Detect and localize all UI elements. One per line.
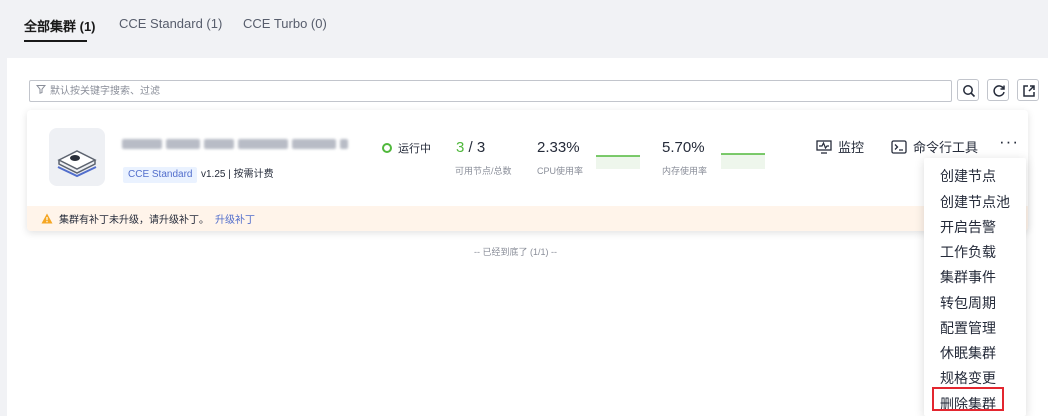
menu-item-to-yearly[interactable]: 转包周期 [940,293,996,313]
tab-cce-turbo[interactable]: CCE Turbo (0) [243,16,327,31]
menu-item-enable-alarm[interactable]: 开启告警 [940,217,996,237]
cluster-name-redacted[interactable] [122,137,362,151]
cluster-icon [49,128,105,186]
upgrade-patch-link[interactable]: 升级补丁 [215,211,255,226]
status-text: 运行中 [398,143,431,155]
menu-item-workloads[interactable]: 工作负载 [940,242,996,262]
menu-item-cluster-events[interactable]: 集群事件 [940,267,996,287]
terminal-icon [891,139,907,154]
search-input[interactable] [50,83,930,99]
cluster-card: CCE Standard v1.25 | 按需计费 运行中 3 / 3 可用节点… [27,110,1028,231]
nodes-separator: / [464,139,477,156]
upgrade-alert-bar: 集群有补丁未升级，请升级补丁。 升级补丁 [27,206,1028,231]
export-button[interactable] [1017,79,1039,101]
cpu-usage-label: CPU使用率 [537,166,584,176]
monitor-label: 监控 [838,140,865,155]
more-actions-menu: 创建节点 创建节点池 开启告警 工作负载 集群事件 转包周期 配置管理 休眠集群… [924,158,1026,416]
tab-all-clusters[interactable]: 全部集群 (1) [24,16,96,35]
active-tab-indicator [24,40,87,42]
status-running-icon [382,143,392,153]
nodes-total: 3 [476,139,486,156]
nodes-count: 3 / 3 [456,139,485,156]
monitor-button[interactable]: 监控 [816,137,864,156]
export-icon [1023,85,1035,97]
memory-sparkline [721,153,765,169]
cluster-type-badge: CCE Standard [123,167,198,183]
memory-usage-label: 内存使用率 [662,166,708,176]
menu-item-create-node[interactable]: 创建节点 [940,166,996,186]
kubectl-label: 命令行工具 [913,140,979,155]
memory-usage-value: 5.70% [662,139,705,156]
change-spec-highlight-box [932,387,1004,411]
more-actions-button[interactable]: ··· [999,132,1019,152]
menu-item-change-spec[interactable]: 规格变更 [940,368,996,388]
refresh-button[interactable] [987,79,1009,101]
nodes-label: 可用节点/总数 [455,166,512,176]
filter-icon [35,84,47,97]
search-icon [963,85,976,98]
cluster-version-billing: v1.25 | 按需计费 [201,169,274,180]
kubectl-button[interactable]: 命令行工具 [891,137,978,156]
cluster-tabs-bar: 全部集群 (1) CCE Standard (1) CCE Turbo (0) [0,0,1048,52]
search-button[interactable] [957,79,979,101]
search-box[interactable] [29,80,952,102]
cluster-status: 运行中 [382,140,431,156]
warning-icon [41,213,53,224]
menu-item-create-nodepool[interactable]: 创建节点池 [940,192,1010,212]
tab-cce-standard[interactable]: CCE Standard (1) [119,16,222,31]
refresh-icon [993,85,1005,97]
end-of-list-note: -- 已经到底了 (1/1) -- [474,247,557,257]
monitor-icon [816,139,832,154]
cpu-sparkline [596,155,640,169]
alert-text: 集群有补丁未升级，请升级补丁。 [59,215,209,226]
menu-item-hibernate-cluster[interactable]: 休眠集群 [940,343,996,363]
menu-item-config-management[interactable]: 配置管理 [940,318,996,338]
cpu-usage-value: 2.33% [537,139,580,156]
